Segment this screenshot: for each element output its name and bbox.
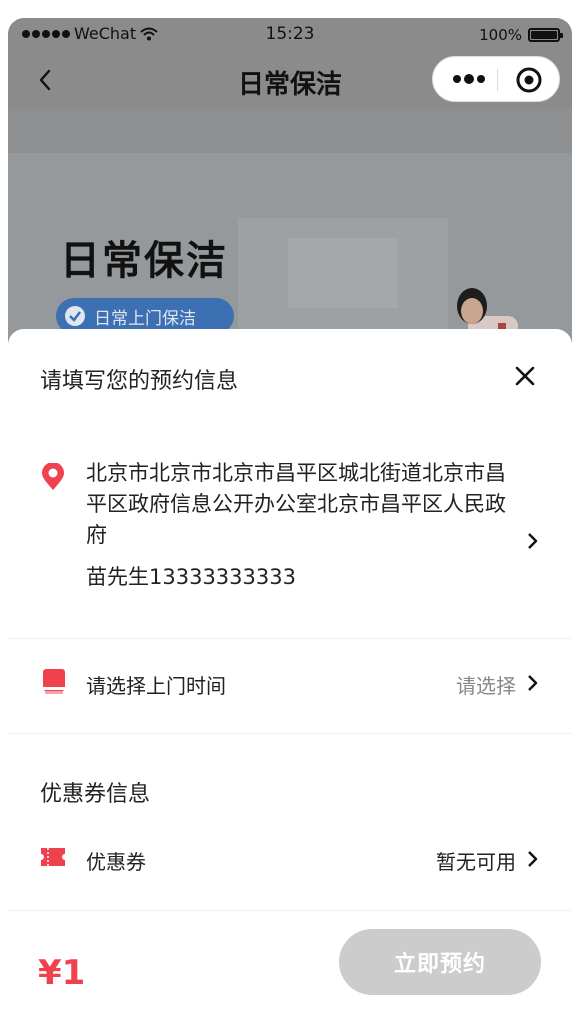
divider: [8, 733, 572, 734]
booking-sheet: 请填写您的预约信息 北京市北京市北京市昌平区城北街道北京市昌平区政府信息公开办公…: [8, 329, 572, 1020]
divider: [8, 910, 572, 911]
battery-percent: 100%: [479, 26, 522, 44]
nav-bar: 日常保洁: [8, 52, 572, 108]
close-icon[interactable]: [514, 365, 536, 387]
check-circle-icon: [65, 306, 85, 326]
banner-badge-label: 日常上门保洁: [94, 308, 196, 329]
service-banner: 日常保洁 日常上门保洁: [8, 108, 572, 348]
reserve-button[interactable]: 立即预约: [339, 929, 541, 995]
battery-icon: [528, 28, 563, 42]
address-text: 北京市北京市北京市昌平区城北街道北京市昌平区政府信息公开办公室北京市昌平区人民政…: [86, 461, 506, 547]
chevron-right-icon: [528, 851, 538, 867]
visit-time-label: 请选择上门时间: [86, 674, 226, 698]
visit-time-value: 请选择: [456, 674, 516, 698]
close-miniprogram-icon[interactable]: [515, 66, 543, 94]
coupon-section-title: 优惠券信息: [40, 782, 151, 807]
calendar-icon: [43, 669, 65, 694]
battery-status: 100%: [479, 26, 563, 44]
more-icon[interactable]: [449, 69, 489, 89]
sheet-heading: 请填写您的预约信息: [40, 369, 239, 394]
status-bar: WeChat 15:23 100%: [8, 18, 572, 52]
divider: [8, 638, 572, 639]
coupon-icon: [41, 848, 65, 866]
banner-decoration: [288, 238, 398, 308]
chevron-right-icon: [528, 675, 538, 691]
capsule-divider: [497, 69, 498, 91]
location-pin-icon: [42, 463, 64, 490]
phone-screen: WeChat 15:23 100% 日常保洁 日常保洁 日常上门保洁 请填写您的…: [8, 18, 572, 1020]
banner-headline: 日常保洁: [60, 238, 228, 284]
contact-info: 苗先生13333333333: [86, 565, 296, 589]
chevron-right-icon: [528, 533, 538, 549]
mini-program-capsule: [432, 56, 560, 102]
coupon-value: 暂无可用: [436, 850, 516, 874]
total-price: ¥1: [38, 953, 86, 993]
coupon-label: 优惠券: [86, 850, 146, 874]
